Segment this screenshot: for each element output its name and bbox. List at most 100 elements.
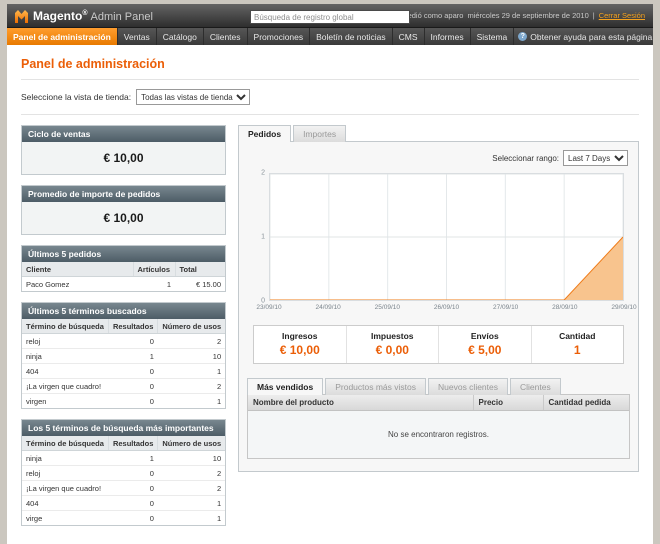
global-search-input[interactable] (250, 10, 410, 24)
column-header: Resultados (108, 319, 157, 334)
main-nav: Panel de administración Ventas Catálogo … (7, 28, 653, 45)
nav-item-sistema[interactable]: Sistema (471, 28, 515, 45)
nav-item-catalogo[interactable]: Catálogo (157, 28, 204, 45)
magento-logo: Magento®Admin Panel (15, 7, 153, 25)
range-selector-row: Seleccionar rango: Last 7 Days (247, 148, 630, 173)
chart-x-tick: 27/09/10 (493, 304, 518, 311)
tab-importes[interactable]: Importes (293, 125, 346, 142)
tab-mas-vendidos[interactable]: Más vendidos (247, 378, 323, 395)
dashboard-panel: Seleccionar rango: Last 7 Days 012 23/ (238, 141, 639, 472)
magento-logo-icon (15, 8, 28, 23)
box-title: Últimos 5 términos buscados (22, 303, 225, 319)
column-header: Número de usos (158, 319, 225, 334)
table-row[interactable]: ninja 1 10 (22, 349, 225, 364)
last-orders-table: Cliente Artículos Total Paco Gomez 1 € 1… (22, 262, 225, 291)
table-row[interactable]: ¡La virgen que cuadro! 0 2 (22, 481, 225, 496)
column-header: Cliente (22, 262, 133, 277)
column-header: Precio (473, 395, 543, 411)
nav-item-dashboard[interactable]: Panel de administración (7, 28, 118, 45)
lifetime-sales-value: € 10,00 (22, 142, 225, 174)
admin-page: Magento®Admin Panel Accedió como aparo m… (7, 0, 653, 544)
nav-item-clientes[interactable]: Clientes (204, 28, 248, 45)
header-meta: Accedió como aparo miércoles 29 de septi… (395, 11, 645, 20)
help-label: Obtener ayuda para esta página (530, 32, 652, 42)
chart-x-tick: 23/09/10 (256, 304, 281, 311)
product-tabs: Más vendidos Productos más vistos Nuevos… (247, 378, 630, 394)
box-top-search-terms: Los 5 términos de búsqueda más important… (21, 419, 226, 526)
help-link[interactable]: ? Obtener ayuda para esta página (514, 28, 656, 45)
nav-item-ventas[interactable]: Ventas (118, 28, 157, 45)
logout-link[interactable]: Cerrar Sesión (599, 11, 645, 20)
chart-y-tick: 2 (261, 170, 265, 177)
help-icon: ? (518, 32, 527, 41)
chart-plot (269, 173, 624, 301)
chart-x-tick: 25/09/10 (375, 304, 400, 311)
table-row[interactable]: reloj 0 2 (22, 466, 225, 481)
column-header: Total (175, 262, 225, 277)
box-average-orders: Promedio de importe de pedidos € 10,00 (21, 185, 226, 235)
store-view-label: Seleccione la vista de tienda: (21, 92, 131, 102)
column-header: Término de búsqueda (22, 319, 108, 334)
content: Panel de administración Seleccione la vi… (7, 45, 653, 544)
products-grid: Nombre del producto Precio Cantidad pedi… (247, 394, 630, 459)
box-last-orders: Últimos 5 pedidos Cliente Artículos Tota… (21, 245, 226, 292)
nav-item-cms[interactable]: CMS (393, 28, 425, 45)
column-header: Nombre del producto (248, 395, 473, 411)
table-row[interactable]: ninja 1 10 (22, 451, 225, 466)
tab-clientes[interactable]: Clientes (510, 378, 561, 395)
empty-row: No se encontraron registros. (248, 411, 629, 459)
column-header: Artículos (133, 262, 175, 277)
page-title: Panel de administración (21, 53, 639, 80)
table-row[interactable]: Paco Gomez 1 € 15.00 (22, 277, 225, 292)
products-table: Nombre del producto Precio Cantidad pedi… (248, 395, 629, 458)
box-title: Promedio de importe de pedidos (22, 186, 225, 202)
chart-x-tick: 28/09/10 (552, 304, 577, 311)
range-label: Seleccionar rango: (492, 154, 559, 163)
right-column: Pedidos Importes Seleccionar rango: Last… (238, 125, 639, 536)
table-row[interactable]: 404 0 1 (22, 364, 225, 379)
last-search-table: Término de búsqueda Resultados Número de… (22, 319, 225, 408)
chart-x-tick: 29/09/10 (611, 304, 636, 311)
column-header: Cantidad pedida (543, 395, 629, 411)
chart-y-tick: 1 (261, 234, 265, 241)
box-title: Los 5 términos de búsqueda más important… (22, 420, 225, 436)
chart-y-labels: 012 (253, 173, 269, 301)
tab-productos-mas-vistos[interactable]: Productos más vistos (325, 378, 426, 395)
dashboard-tabs: Pedidos Importes (238, 125, 639, 141)
header: Magento®Admin Panel Accedió como aparo m… (7, 4, 653, 28)
chart-x-labels: 23/09/1024/09/1025/09/1026/09/1027/09/10… (269, 304, 624, 315)
table-row[interactable]: 404 0 1 (22, 496, 225, 511)
tab-nuevos-clientes[interactable]: Nuevos clientes (428, 378, 508, 395)
total-impuestos: Impuestos € 0,00 (346, 326, 439, 363)
brand-text: Magento®Admin Panel (33, 7, 153, 25)
total-ingresos: Ingresos € 10,00 (254, 326, 346, 363)
tab-pedidos[interactable]: Pedidos (238, 125, 291, 142)
box-title: Últimos 5 pedidos (22, 246, 225, 262)
header-date: miércoles 29 de septiembre de 2010 (467, 11, 588, 20)
average-orders-value: € 10,00 (22, 202, 225, 234)
global-search (250, 7, 410, 25)
nav-item-informes[interactable]: Informes (425, 28, 471, 45)
orders-chart: 012 23/09/1024/09/1025/09/1026/09/1027/0… (253, 173, 624, 315)
column-header: Número de usos (158, 436, 225, 451)
store-view-select[interactable]: Todas las vistas de tienda (136, 89, 250, 105)
store-switcher: Seleccione la vista de tienda: Todas las… (21, 80, 639, 115)
chart-x-tick: 26/09/10 (434, 304, 459, 311)
table-row[interactable]: virge 0 1 (22, 511, 225, 526)
table-row[interactable]: virgen 0 1 (22, 394, 225, 409)
range-select[interactable]: Last 7 Days (563, 150, 628, 166)
table-row[interactable]: reloj 0 2 (22, 334, 225, 349)
box-lifetime-sales: Ciclo de ventas € 10,00 (21, 125, 226, 175)
nav-item-boletin[interactable]: Boletín de noticias (310, 28, 392, 45)
column-header: Resultados (108, 436, 157, 451)
table-row[interactable]: ¡La virgen que cuadro! 0 2 (22, 379, 225, 394)
totals-bar: Ingresos € 10,00 Impuestos € 0,00 Envíos… (253, 325, 624, 364)
nav-item-promociones[interactable]: Promociones (248, 28, 311, 45)
total-cantidad: Cantidad 1 (531, 326, 624, 363)
left-column: Ciclo de ventas € 10,00 Promedio de impo… (21, 125, 226, 536)
chart-svg (270, 174, 623, 300)
meta-separator: | (593, 11, 595, 20)
chart-x-tick: 24/09/10 (316, 304, 341, 311)
box-last-search-terms: Últimos 5 términos buscados Término de b… (21, 302, 226, 409)
box-title: Ciclo de ventas (22, 126, 225, 142)
